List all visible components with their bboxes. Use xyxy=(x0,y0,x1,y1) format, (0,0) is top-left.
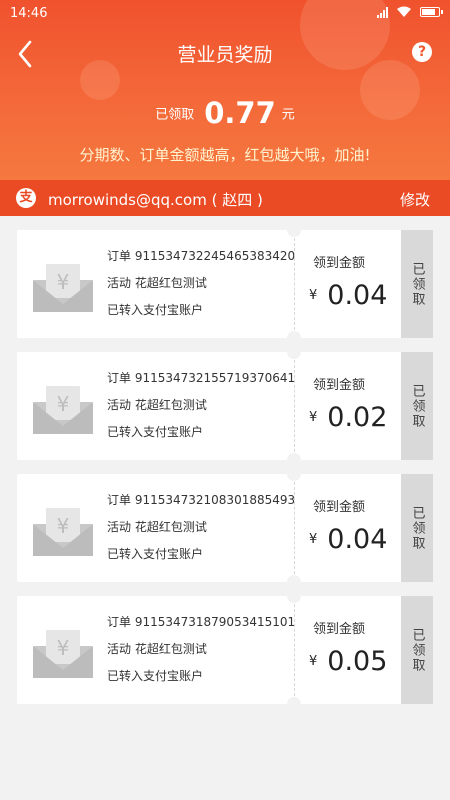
currency-symbol: ¥ xyxy=(309,654,318,669)
envelope-icon: ¥ xyxy=(33,264,93,312)
signal-icon xyxy=(377,6,388,18)
amount: ¥0.04 xyxy=(309,524,387,555)
activity-name: 活动 花超红包测试 xyxy=(107,276,207,290)
amount: ¥0.04 xyxy=(309,280,387,311)
help-icon[interactable]: ? xyxy=(412,42,432,62)
order-number: 订单 911534732155719370641 xyxy=(107,371,296,385)
ticket-notch xyxy=(287,331,301,345)
account-bar: 支 morrowinds@qq.com ( 赵四 ) 修改 xyxy=(0,180,450,216)
svg-text:¥: ¥ xyxy=(57,514,70,538)
battery-icon xyxy=(420,7,443,17)
nav-bar: 营业员奖励 ? xyxy=(0,30,450,76)
status-icons xyxy=(377,6,443,18)
amount: ¥0.02 xyxy=(309,402,387,433)
ticket-notch xyxy=(287,345,301,359)
status-time: 14:46 xyxy=(10,6,48,21)
reward-card[interactable]: ¥ 订单 911534732155719370641 活动 花超红包测试 已转入… xyxy=(17,345,433,467)
claimed-amount: 0.77 xyxy=(204,96,276,130)
card-info: 订单 911534731879053415101 活动 花超红包测试 已转入支付… xyxy=(107,613,295,694)
amount-value: 0.02 xyxy=(327,402,388,433)
svg-text:¥: ¥ xyxy=(57,392,70,416)
amount-label: 领到金额 xyxy=(313,622,366,637)
transfer-status: 已转入支付宝账户 xyxy=(107,669,204,683)
envelope-icon: ¥ xyxy=(33,508,93,556)
page-title: 营业员奖励 xyxy=(177,44,273,66)
dashed-divider xyxy=(294,238,295,330)
amount: ¥0.05 xyxy=(309,646,387,677)
ticket-notch xyxy=(287,223,301,237)
account-text: morrowinds@qq.com ( 赵四 ) xyxy=(48,191,263,209)
transfer-status: 已转入支付宝账户 xyxy=(107,547,204,561)
claimed-status-tag: 已领取 xyxy=(401,230,433,338)
transfer-status: 已转入支付宝账户 xyxy=(107,303,204,317)
header: 14:46 营业员奖励 ? 已领取 0.77 元 分期数、订单金额越高，红包越大哦，… xyxy=(0,0,450,180)
reward-card[interactable]: ¥ 订单 911534732108301885493 活动 花超红包测试 已转入… xyxy=(17,467,433,589)
ticket-notch xyxy=(287,575,301,589)
amount-label: 领到金额 xyxy=(313,378,366,393)
amount-value: 0.05 xyxy=(327,646,388,677)
order-number: 订单 911534732245465383420 xyxy=(107,249,296,263)
currency-symbol: ¥ xyxy=(309,532,318,547)
claimed-label: 已领取 xyxy=(155,107,195,123)
amount-value: 0.04 xyxy=(327,524,388,555)
card-info: 订单 911534732155719370641 活动 花超红包测试 已转入支付… xyxy=(107,369,295,450)
svg-text:¥: ¥ xyxy=(57,636,70,660)
claimed-status-tag: 已领取 xyxy=(401,596,433,704)
dashed-divider xyxy=(294,360,295,452)
slogan: 分期数、订单金额越高，红包越大哦，加油! xyxy=(79,146,371,164)
envelope-icon: ¥ xyxy=(33,386,93,434)
svg-text:¥: ¥ xyxy=(57,270,70,294)
claimed-unit: 元 xyxy=(281,107,295,123)
status-bar: 14:46 xyxy=(0,0,450,28)
amount-label: 领到金额 xyxy=(313,500,366,515)
claimed-status-tag: 已领取 xyxy=(401,474,433,582)
reward-card[interactable]: ¥ 订单 911534732245465383420 活动 花超红包测试 已转入… xyxy=(17,223,433,345)
ticket-notch xyxy=(287,697,301,711)
ticket-notch xyxy=(287,467,301,481)
ticket-notch xyxy=(287,589,301,603)
activity-name: 活动 花超红包测试 xyxy=(107,520,207,534)
modify-button[interactable]: 修改 xyxy=(400,189,430,210)
currency-symbol: ¥ xyxy=(309,288,318,303)
reward-card[interactable]: ¥ 订单 911534731879053415101 活动 花超红包测试 已转入… xyxy=(17,589,433,711)
currency-symbol: ¥ xyxy=(309,410,318,425)
claimed-status-tag: 已领取 xyxy=(401,352,433,460)
reward-summary: 已领取 0.77 元 xyxy=(0,96,450,130)
alipay-icon: 支 xyxy=(16,188,36,208)
amount-label: 领到金额 xyxy=(313,256,366,271)
card-info: 订单 911534732245465383420 活动 花超红包测试 已转入支付… xyxy=(107,247,295,328)
amount-value: 0.04 xyxy=(327,280,388,311)
ticket-notch xyxy=(287,453,301,467)
dashed-divider xyxy=(294,482,295,574)
order-number: 订单 911534731879053415101 xyxy=(107,615,296,629)
order-number: 订单 911534732108301885493 xyxy=(107,493,296,507)
wifi-icon xyxy=(397,6,411,17)
transfer-status: 已转入支付宝账户 xyxy=(107,425,204,439)
envelope-icon: ¥ xyxy=(33,630,93,678)
card-info: 订单 911534732108301885493 活动 花超红包测试 已转入支付… xyxy=(107,491,295,572)
activity-name: 活动 花超红包测试 xyxy=(107,642,207,656)
dashed-divider xyxy=(294,604,295,696)
activity-name: 活动 花超红包测试 xyxy=(107,398,207,412)
